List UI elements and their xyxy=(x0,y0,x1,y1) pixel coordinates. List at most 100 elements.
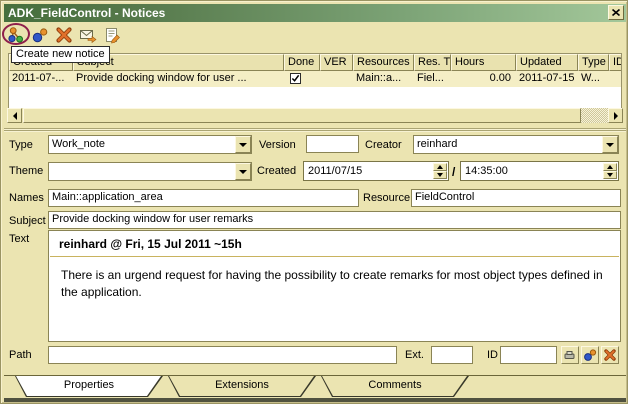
edit-form-icon xyxy=(103,26,121,44)
column-header-hours[interactable]: Hours xyxy=(451,54,516,71)
created-time-value: 14:35:00 xyxy=(465,165,508,177)
version-input[interactable] xyxy=(306,135,359,153)
created-time-input[interactable]: 14:35:00 xyxy=(460,161,619,181)
names-label: Names xyxy=(9,192,44,204)
horizontal-scrollbar xyxy=(7,108,623,124)
text-entry-heading: reinhard @ Fri, 15 Jul 2011 ~15h xyxy=(49,231,620,256)
table-cell: 2011-07-... xyxy=(9,71,73,87)
path-label: Path xyxy=(9,349,32,361)
goto-notice-button[interactable] xyxy=(581,346,599,364)
id-input[interactable] xyxy=(500,346,557,364)
column-header-done[interactable]: Done xyxy=(284,54,320,71)
notice-balls-icon xyxy=(31,26,49,44)
column-header-updated[interactable]: Updated xyxy=(516,54,578,71)
chevron-down-icon xyxy=(239,143,247,147)
window-bottom-edge xyxy=(4,398,626,402)
text-entry-body: There is an urgend request for having th… xyxy=(49,257,620,311)
creator-select[interactable]: reinhard xyxy=(413,135,619,154)
notice-balls-icon xyxy=(583,348,597,362)
tab-comments-label: Comments xyxy=(321,379,469,391)
chevron-down-icon xyxy=(239,170,247,174)
date-spinner xyxy=(433,163,447,179)
scrollbar-thumb[interactable] xyxy=(23,108,581,123)
table-cell: 2011-07-15 xyxy=(516,71,578,87)
theme-label: Theme xyxy=(9,165,43,177)
delete-x-icon xyxy=(55,26,73,44)
tab-properties-label: Properties xyxy=(15,379,163,391)
open-path-button[interactable] xyxy=(561,346,579,364)
names-input[interactable]: Main::application_area xyxy=(48,189,359,207)
notices-window: ADK_FieldControl - Notices xyxy=(0,0,628,404)
column-header-ver[interactable]: VER xyxy=(320,54,353,71)
delete-x-icon xyxy=(603,348,617,362)
edit-notice-button[interactable] xyxy=(102,25,121,44)
table-cell: Main::a... xyxy=(353,71,414,87)
scrollbar-track[interactable] xyxy=(581,108,608,123)
tab-extensions-label: Extensions xyxy=(168,379,316,391)
column-header-type[interactable]: Type xyxy=(578,54,609,71)
notice-button[interactable] xyxy=(30,25,49,44)
spin-down-icon xyxy=(437,173,443,177)
title-bar[interactable]: ADK_FieldControl - Notices xyxy=(4,4,626,22)
type-select[interactable]: Work_note xyxy=(48,135,252,154)
spin-up-button[interactable] xyxy=(603,163,617,171)
path-input[interactable] xyxy=(48,346,397,364)
delete-notice-button[interactable] xyxy=(54,25,73,44)
device-icon xyxy=(563,348,577,362)
column-header-id[interactable]: ID xyxy=(609,54,622,71)
table-cell: Fiel... xyxy=(414,71,451,87)
text-label: Text xyxy=(9,233,29,245)
spin-down-button[interactable] xyxy=(603,171,617,179)
type-dropdown-button[interactable] xyxy=(235,136,251,153)
resource-input[interactable]: FieldControl xyxy=(411,189,621,207)
tab-extensions[interactable]: Extensions xyxy=(168,376,316,397)
scroll-right-icon xyxy=(614,112,618,120)
time-spinner xyxy=(603,163,617,179)
created-date-value: 2011/07/15 xyxy=(308,165,362,177)
column-header-resources[interactable]: Resources xyxy=(353,54,414,71)
type-select-value: Work_note xyxy=(52,138,105,150)
chevron-down-icon xyxy=(606,143,614,147)
created-label: Created xyxy=(257,165,296,177)
close-icon xyxy=(612,9,620,16)
spin-down-icon xyxy=(607,173,613,177)
text-editor[interactable]: reinhard @ Fri, 15 Jul 2011 ~15h There i… xyxy=(48,230,621,342)
resource-label: Resource xyxy=(363,192,410,204)
table-cell: Provide docking window for user ... xyxy=(73,71,284,87)
subject-input[interactable]: Provide docking window for user remarks xyxy=(48,211,621,229)
scroll-right-button[interactable] xyxy=(608,108,623,123)
type-label: Type xyxy=(9,139,33,151)
date-time-separator: / xyxy=(452,165,455,179)
spin-up-button[interactable] xyxy=(433,163,447,171)
column-header-res-t[interactable]: Res. T xyxy=(414,54,451,71)
done-checkbox-cell xyxy=(284,71,320,87)
tab-comments[interactable]: Comments xyxy=(321,376,469,397)
ext-label: Ext. xyxy=(405,349,424,361)
subject-label: Subject xyxy=(9,215,46,227)
created-date-input[interactable]: 2011/07/15 xyxy=(303,161,449,181)
done-checkbox[interactable] xyxy=(290,73,301,84)
close-button[interactable] xyxy=(608,5,624,20)
table-row[interactable]: 2011-07-...Provide docking window for us… xyxy=(9,71,621,87)
table-cell: 0.00 xyxy=(451,71,516,87)
table-cell xyxy=(320,71,353,87)
check-icon xyxy=(291,74,300,83)
creator-dropdown-button[interactable] xyxy=(602,136,618,153)
table-cell: W... xyxy=(578,71,609,87)
scroll-left-button[interactable] xyxy=(7,108,22,123)
ext-input[interactable] xyxy=(431,346,473,364)
theme-dropdown-button[interactable] xyxy=(235,163,251,180)
spin-down-button[interactable] xyxy=(433,171,447,179)
scroll-left-icon xyxy=(13,112,17,120)
annotation-ellipse xyxy=(2,23,30,45)
send-mail-icon xyxy=(79,26,97,44)
spin-up-icon xyxy=(437,165,443,169)
send-notice-button[interactable] xyxy=(78,25,97,44)
window-title: ADK_FieldControl - Notices xyxy=(8,6,165,20)
theme-select[interactable] xyxy=(48,162,252,181)
creator-label: Creator xyxy=(365,139,402,151)
tooltip: Create new notice xyxy=(11,46,110,63)
tab-properties[interactable]: Properties xyxy=(15,376,163,397)
delete-reference-button[interactable] xyxy=(601,346,619,364)
spin-up-icon xyxy=(607,165,613,169)
